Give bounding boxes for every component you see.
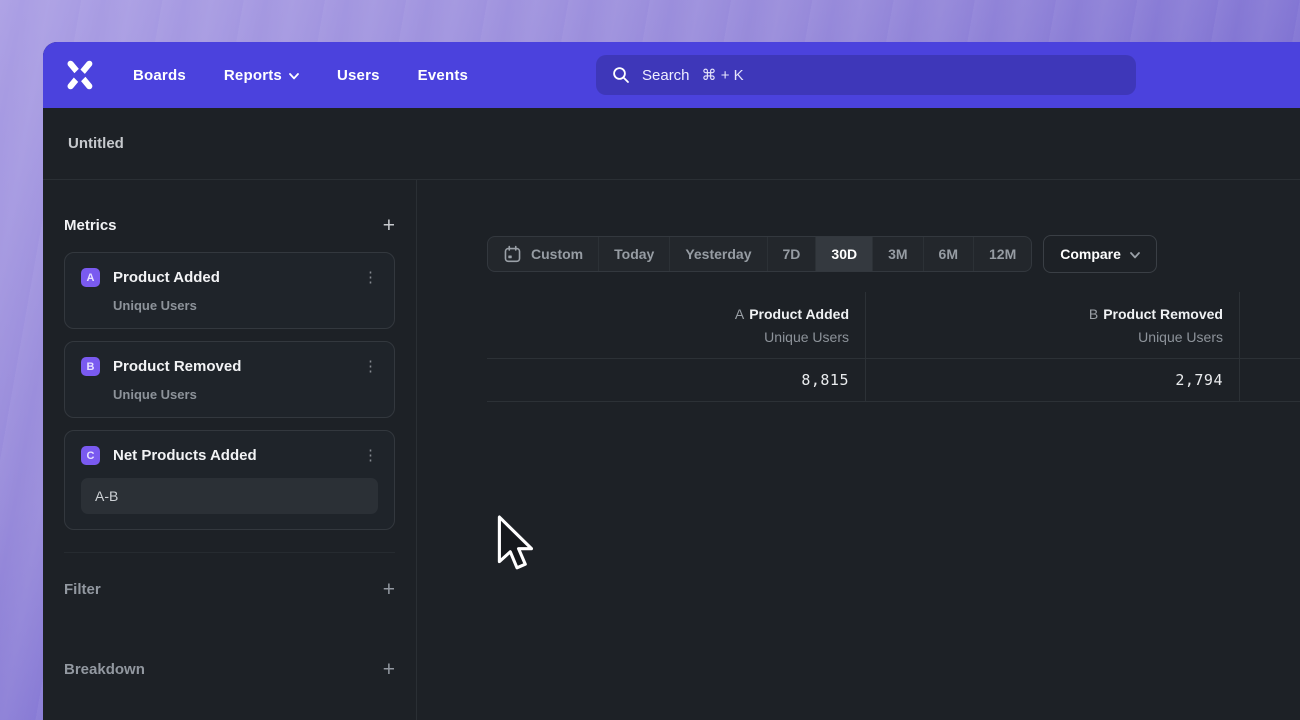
range-30d[interactable]: 30D <box>816 237 873 271</box>
range-today[interactable]: Today <box>599 237 670 271</box>
range-label: 12M <box>989 246 1016 262</box>
table-column-stub <box>1240 292 1300 402</box>
nav-item-boards[interactable]: Boards <box>133 67 186 84</box>
range-label: 7D <box>783 246 801 262</box>
filter-section-title: Filter <box>64 581 101 598</box>
range-label: Today <box>614 246 654 262</box>
search-input[interactable]: Search ⌘ + K <box>596 55 1136 95</box>
add-metric-button[interactable]: + <box>383 215 395 236</box>
metric-card-b[interactable]: B Product Removed ⋮ Unique Users <box>64 341 395 418</box>
column-header[interactable]: A Product Added Unique Users <box>487 292 865 359</box>
breakdown-section-title: Breakdown <box>64 661 145 678</box>
range-label: Custom <box>531 246 583 262</box>
date-range-toolbar: Custom Today Yesterday 7D 30D 3M 6M 12M … <box>487 236 1300 273</box>
range-3m[interactable]: 3M <box>873 237 923 271</box>
kebab-menu-icon[interactable]: ⋮ <box>363 359 378 374</box>
kebab-menu-icon[interactable]: ⋮ <box>363 448 378 463</box>
nav-item-users[interactable]: Users <box>337 67 380 84</box>
results-table: A Product Added Unique Users 8,815 B Produ… <box>487 292 1300 402</box>
range-7d[interactable]: 7D <box>768 237 817 271</box>
metric-card-a[interactable]: A Product Added ⋮ Unique Users <box>64 252 395 329</box>
column-name: Product Added <box>749 306 849 322</box>
metric-name: Net Products Added <box>113 447 257 464</box>
compare-button[interactable]: Compare <box>1043 235 1157 273</box>
metric-name: Product Removed <box>113 358 241 375</box>
column-key: B <box>1089 306 1098 322</box>
report-title[interactable]: Untitled <box>68 135 124 152</box>
range-label: 30D <box>831 246 857 262</box>
range-6m[interactable]: 6M <box>924 237 974 271</box>
metrics-section-title: Metrics <box>64 217 117 234</box>
top-nav: Boards Reports Users Events Search ⌘ + K <box>43 42 1300 108</box>
brand-x-logo[interactable] <box>64 60 94 90</box>
metric-name: Product Added <box>113 269 220 286</box>
range-label: 3M <box>888 246 907 262</box>
compare-label: Compare <box>1060 246 1121 262</box>
date-range-segmented-control: Custom Today Yesterday 7D 30D 3M 6M 12M <box>487 236 1032 272</box>
nav-items: Boards Reports Users Events <box>133 67 468 84</box>
nav-item-label: Boards <box>133 67 186 84</box>
metric-badge: B <box>81 357 100 376</box>
nav-item-reports[interactable]: Reports <box>224 67 299 84</box>
nav-item-events[interactable]: Events <box>418 67 468 84</box>
results-panel: Custom Today Yesterday 7D 30D 3M 6M 12M … <box>417 180 1300 720</box>
metric-badge: A <box>81 268 100 287</box>
report-title-bar: Untitled <box>43 108 1300 180</box>
range-custom[interactable]: Custom <box>488 237 599 271</box>
sidebar-divider <box>64 552 395 553</box>
range-yesterday[interactable]: Yesterday <box>670 237 767 271</box>
calendar-icon <box>503 245 522 264</box>
search-icon <box>612 66 630 84</box>
column-name: Product Removed <box>1103 306 1223 322</box>
table-cell-value: 2,794 <box>866 359 1239 402</box>
column-key: A <box>735 306 744 322</box>
chevron-down-icon <box>1130 252 1140 259</box>
range-12m[interactable]: 12M <box>974 237 1031 271</box>
chevron-down-icon <box>289 73 299 80</box>
range-label: 6M <box>939 246 958 262</box>
metric-badge: C <box>81 446 100 465</box>
nav-item-label: Events <box>418 67 468 84</box>
nav-item-label: Users <box>337 67 380 84</box>
search-placeholder: Search <box>642 67 690 84</box>
app-window: Boards Reports Users Events Search ⌘ + K <box>43 42 1300 720</box>
metric-card-c[interactable]: C Net Products Added ⋮ A-B <box>64 430 395 530</box>
metric-measurement[interactable]: Unique Users <box>113 387 378 402</box>
search-shortcut: ⌘ + K <box>702 66 744 84</box>
add-breakdown-button[interactable]: + <box>383 659 395 680</box>
column-subtitle: Unique Users <box>487 329 849 345</box>
add-filter-button[interactable]: + <box>383 579 395 600</box>
kebab-menu-icon[interactable]: ⋮ <box>363 270 378 285</box>
table-column-a: A Product Added Unique Users 8,815 <box>487 292 866 402</box>
table-column-b: B Product Removed Unique Users 2,794 <box>866 292 1240 402</box>
nav-item-label: Reports <box>224 67 282 84</box>
query-sidebar: Metrics + A Product Added ⋮ Unique Users… <box>43 180 417 720</box>
column-header[interactable]: B Product Removed Unique Users <box>866 292 1239 359</box>
metric-measurement[interactable]: Unique Users <box>113 298 378 313</box>
table-cell-value: 8,815 <box>487 359 865 402</box>
column-subtitle: Unique Users <box>866 329 1223 345</box>
formula-input[interactable]: A-B <box>81 478 378 514</box>
range-label: Yesterday <box>685 246 751 262</box>
